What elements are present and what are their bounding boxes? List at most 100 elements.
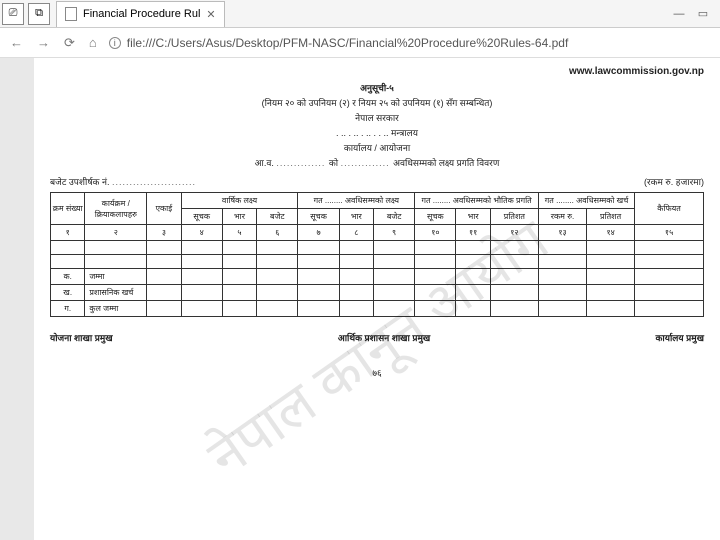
window-controls: — ▭ — [668, 4, 720, 24]
government-name: नेपाल सरकार — [50, 111, 704, 124]
sub-weight: भार — [339, 209, 373, 225]
budget-head: बजेट उपशीर्षक नं. ......................… — [50, 175, 196, 188]
browser-titlebar: ⎚ ⧉ Financial Procedure Rul ✕ — ▭ — [0, 0, 720, 28]
sub-budget: बजेट — [257, 209, 298, 225]
tab-title: Financial Procedure Rul — [83, 8, 200, 20]
site-url: www.lawcommission.gov.np — [50, 66, 704, 77]
g4b: अवधिसम्मको खर्च — [576, 196, 628, 205]
sub-percent: प्रतिशत — [587, 209, 635, 225]
site-info-icon[interactable]: i — [109, 37, 121, 49]
sub-indicator: सूचक — [298, 209, 339, 225]
rule-reference: (नियम २० को उपनियम (२) र नियम २५ को उपनि… — [50, 96, 704, 109]
budget-head-blank: ........................ — [112, 177, 196, 187]
signature-office-chief: कार्यालय प्रमुख — [656, 331, 704, 344]
col-period-target: गत ........ अवधिसम्मको लक्ष्य — [298, 193, 415, 209]
reload-button[interactable]: ⟳ — [64, 35, 75, 51]
minimize-button[interactable]: — — [668, 4, 690, 24]
row-ga-label: कुल जम्मा — [85, 301, 147, 317]
viewport-gutter — [0, 58, 34, 540]
sub-indicator: सूचक — [415, 209, 456, 225]
signature-plan-chief: योजना शाखा प्रमुख — [50, 331, 113, 344]
col-remarks: कैफियत — [635, 193, 704, 225]
table-row: ग. कुल जम्मा — [51, 301, 704, 317]
col-expenditure: गत ........ अवधिसम्मको खर्च — [538, 193, 634, 209]
col-serial: क्रम संख्या — [51, 193, 85, 225]
period-blank2: .............. — [341, 158, 394, 168]
sub-percent: प्रतिशत — [490, 209, 538, 225]
url-text: file:///C:/Users/Asus/Desktop/PFM-NASC/F… — [127, 36, 569, 50]
num-cell: १३ — [538, 225, 586, 241]
row-ka-label: जम्मा — [85, 269, 147, 285]
pdf-favicon-icon — [65, 7, 77, 21]
col-activity: कार्यक्रम / क्रियाकलापहरु — [85, 193, 147, 225]
signature-row: योजना शाखा प्रमुख आर्थिक प्रशासन शाखा प्… — [50, 331, 704, 344]
num-cell: १ — [51, 225, 85, 241]
ministry-line: . .. . .. . .. . . .. मन्त्रालय — [50, 126, 704, 139]
num-cell: १० — [415, 225, 456, 241]
num-cell: ५ — [222, 225, 256, 241]
address-bar: ← → ⟳ ⌂ i file:///C:/Users/Asus/Desktop/… — [0, 28, 720, 58]
nav-buttons: ← → ⟳ ⌂ — [10, 35, 97, 51]
g4a: गत ........ — [545, 196, 574, 205]
table-row: १ २ ३ ४ ५ ६ ७ ८ ९ १० ११ १२ १३ १४ १५ — [51, 225, 704, 241]
g3a: गत ........ — [421, 196, 450, 205]
tab-group: ⎚ ⧉ Financial Procedure Rul ✕ — [0, 0, 225, 27]
pdf-viewport: नेपाल कानून आयोग www.lawcommission.gov.n… — [0, 58, 720, 540]
document-header: अनुसूची-५ (नियम २० को उपनियम (२) र नियम … — [50, 81, 704, 169]
sub-budget: बजेट — [374, 209, 415, 225]
sub-indicator: सूचक — [181, 209, 222, 225]
row-ka: क. — [51, 269, 85, 285]
budget-head-label: बजेट उपशीर्षक नं. — [50, 177, 109, 187]
table-row — [51, 255, 704, 269]
num-cell: ६ — [257, 225, 298, 241]
schedule-title: अनुसूची-५ — [50, 81, 704, 94]
home-button[interactable]: ⌂ — [89, 35, 97, 50]
new-tab-icon[interactable]: ⧉ — [28, 3, 50, 25]
num-cell: ४ — [181, 225, 222, 241]
num-cell: ११ — [456, 225, 490, 241]
col-annual-target: वार्षिक लक्ष्य — [181, 193, 298, 209]
budget-row: बजेट उपशीर्षक नं. ......................… — [50, 175, 704, 188]
num-cell: १४ — [587, 225, 635, 241]
num-cell: ९ — [374, 225, 415, 241]
app-icon[interactable]: ⎚ — [2, 3, 24, 25]
col-physical-progress: गत ........ अवधिसम्मको भौतिक प्रगति — [415, 193, 539, 209]
close-tab-icon[interactable]: ✕ — [206, 8, 215, 21]
row-kha: ख. — [51, 285, 85, 301]
forward-button[interactable]: → — [37, 35, 50, 50]
back-button[interactable]: ← — [10, 35, 23, 50]
sub-weight: भार — [456, 209, 490, 225]
num-cell: १५ — [635, 225, 704, 241]
progress-table: क्रम संख्या कार्यक्रम / क्रियाकलापहरु एक… — [50, 192, 704, 317]
g3b: अवधिसम्मको भौतिक प्रगति — [453, 196, 532, 205]
period-line: आ.व. .............. को .............. अव… — [50, 156, 704, 169]
sub-weight: भार — [222, 209, 256, 225]
table-row: क्रम संख्या कार्यक्रम / क्रियाकलापहरु एक… — [51, 193, 704, 209]
period-blank: .............. — [276, 158, 329, 168]
g2b: अवधिसम्मको लक्ष्य — [345, 196, 399, 205]
num-cell: १२ — [490, 225, 538, 241]
row-kha-label: प्रशासनिक खर्च — [85, 285, 147, 301]
num-cell: ८ — [339, 225, 373, 241]
page-number: ७६ — [50, 366, 704, 379]
num-cell: २ — [85, 225, 147, 241]
table-row — [51, 241, 704, 255]
period-mid: को — [329, 158, 338, 168]
office-line: कार्यालय / आयोजना — [50, 141, 704, 154]
col-unit: एकाई — [147, 193, 181, 225]
num-cell: ३ — [147, 225, 181, 241]
g2a: गत ........ — [314, 196, 343, 205]
num-cell: ७ — [298, 225, 339, 241]
url-field[interactable]: i file:///C:/Users/Asus/Desktop/PFM-NASC… — [109, 36, 710, 50]
period-suffix: अवधिसम्मको लक्ष्य प्रगति विवरण — [393, 158, 499, 168]
row-ga: ग. — [51, 301, 85, 317]
sub-amount: रकम रु. — [538, 209, 586, 225]
maximize-button[interactable]: ▭ — [692, 4, 714, 24]
browser-tab[interactable]: Financial Procedure Rul ✕ — [56, 1, 225, 27]
table-row: ख. प्रशासनिक खर्च — [51, 285, 704, 301]
signature-finance-chief: आर्थिक प्रशासन शाखा प्रमुख — [338, 331, 430, 344]
table-row: क. जम्मा — [51, 269, 704, 285]
unit-note: (रकम रु. हजारमा) — [644, 175, 704, 188]
pdf-page: नेपाल कानून आयोग www.lawcommission.gov.n… — [34, 58, 720, 540]
period-prefix: आ.व. — [255, 158, 274, 168]
